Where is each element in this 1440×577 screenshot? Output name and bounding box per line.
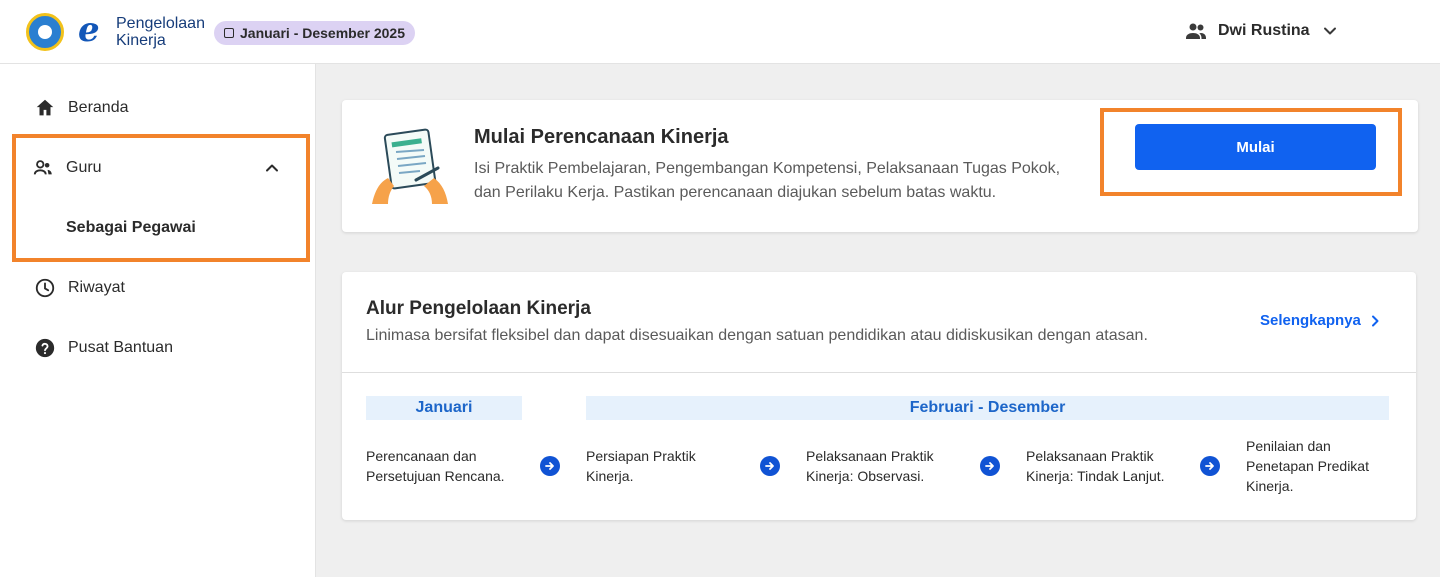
chevron-right-icon (1371, 315, 1379, 326)
document-illustration-icon (372, 128, 448, 204)
app-logo-line2: Kinerja (116, 32, 166, 49)
square-icon (224, 28, 234, 38)
step-2: Persiapan Praktik Kinerja. (586, 446, 696, 486)
flow-title: Alur Pengelolaan Kinerja (366, 298, 591, 319)
app-logo-mark: e (78, 10, 100, 50)
app-logo-line1: Pengelolaan (116, 15, 205, 32)
sidebar-subitem-sebagai-pegawai[interactable]: Sebagai Pegawai (66, 216, 196, 240)
government-logo (26, 13, 64, 51)
step-text: Persiapan Praktik (586, 448, 696, 464)
more-link[interactable]: Selengkapnya (1260, 312, 1383, 329)
clock-icon (35, 278, 55, 298)
more-link-label: Selengkapnya (1260, 312, 1361, 329)
user-menu[interactable]: Dwi Rustina (1184, 18, 1340, 44)
help-icon (35, 338, 55, 358)
arrow-right-icon (760, 456, 780, 476)
step-text: Perencanaan dan (366, 448, 477, 464)
sidebar-item-label: Beranda (68, 99, 129, 116)
sidebar-item-label: Pusat Bantuan (68, 339, 173, 356)
start-button[interactable]: Mulai (1135, 124, 1376, 170)
step-text: Penetapan Predikat (1246, 458, 1369, 474)
flow-description: Linimasa bersifat fleksibel dan dapat di… (366, 327, 1148, 344)
step-5: Penilaian dan Penetapan Predikat Kinerja… (1246, 436, 1369, 496)
top-header: e Pengelolaan Kinerja Januari - Desember… (0, 0, 1440, 64)
sidebar-item-riwayat[interactable]: Riwayat (34, 276, 125, 300)
step-text: Persetujuan Rencana. (366, 468, 505, 484)
step-text: Kinerja. (1246, 478, 1294, 494)
step-text: Kinerja: Observasi. (806, 468, 925, 484)
highlight-box-guru (12, 134, 310, 262)
app-logo[interactable]: e Pengelolaan Kinerja (78, 10, 208, 50)
step-text: Kinerja: Tindak Lanjut. (1026, 468, 1165, 484)
sidebar-item-label: Riwayat (68, 279, 125, 296)
users-icon (1186, 23, 1206, 39)
sidebar-item-pusat-bantuan[interactable]: Pusat Bantuan (34, 336, 173, 360)
period-label: Januari - Desember 2025 (240, 25, 405, 41)
users-icon (33, 160, 52, 175)
period-chip: Januari - Desember 2025 (214, 21, 415, 45)
sidebar-item-label: Guru (66, 159, 102, 176)
arrow-right-icon (1200, 456, 1220, 476)
step-text: Penilaian dan (1246, 438, 1331, 454)
step-1: Perencanaan dan Persetujuan Rencana. (366, 446, 505, 486)
chevron-up-icon[interactable] (262, 158, 282, 178)
step-4: Pelaksanaan Praktik Kinerja: Tindak Lanj… (1026, 446, 1165, 486)
planning-title: Mulai Perencanaan Kinerja (474, 126, 729, 148)
user-name: Dwi Rustina (1218, 22, 1310, 39)
planning-description-line1: Isi Praktik Pembelajaran, Pengembangan K… (474, 160, 1061, 177)
sidebar-item-beranda[interactable]: Beranda (34, 96, 129, 120)
divider (342, 372, 1416, 373)
planning-description-line2: dan Perilaku Kerja. Pastikan perencanaan… (474, 184, 997, 201)
step-text: Pelaksanaan Praktik (1026, 448, 1154, 464)
step-text: Kinerja. (586, 468, 634, 484)
phase-januari: Januari (366, 396, 522, 420)
step-text: Pelaksanaan Praktik (806, 448, 934, 464)
arrow-right-icon (540, 456, 560, 476)
phase-februari-desember: Februari - Desember (586, 396, 1389, 420)
flow-card: Alur Pengelolaan Kinerja Linimasa bersif… (342, 272, 1416, 520)
home-icon (36, 99, 54, 116)
step-3: Pelaksanaan Praktik Kinerja: Observasi. (806, 446, 934, 486)
sidebar-item-guru[interactable]: Guru (32, 156, 102, 180)
planning-description: Isi Praktik Pembelajaran, Pengembangan K… (474, 157, 1094, 205)
arrow-right-icon (980, 456, 1000, 476)
sidebar: Beranda Guru Sebagai Pegawai Riwayat Pus… (0, 64, 316, 577)
chevron-down-icon[interactable] (1320, 21, 1340, 41)
planning-card: Mulai Perencanaan Kinerja Isi Praktik Pe… (342, 100, 1418, 232)
